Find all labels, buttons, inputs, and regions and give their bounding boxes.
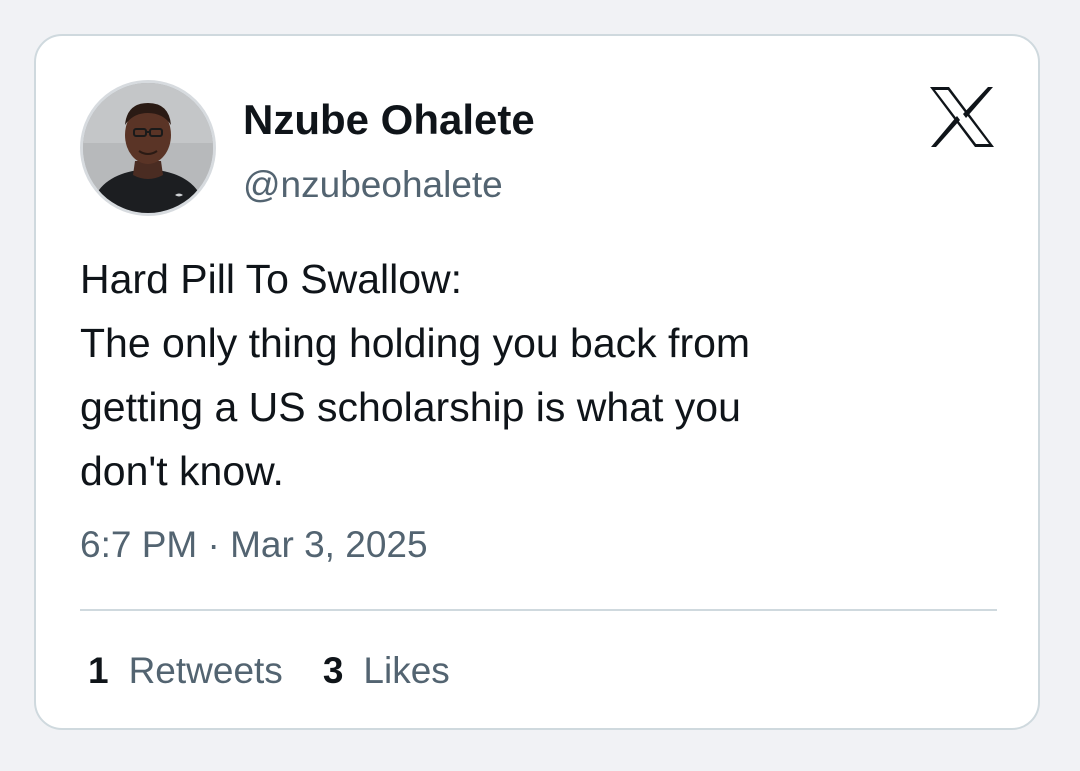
- author-handle[interactable]: @nzubeohalete: [243, 164, 503, 206]
- retweets-stat[interactable]: 1 Retweets: [88, 650, 283, 691]
- divider: [80, 609, 997, 611]
- avatar[interactable]: [80, 80, 216, 216]
- tweet-line: Hard Pill To Swallow:: [80, 256, 463, 302]
- engagement-stats: 1 Retweets 3 Likes: [88, 650, 450, 692]
- tweet-text: Hard Pill To Swallow: The only thing hol…: [80, 247, 980, 503]
- retweets-label: Retweets: [128, 650, 283, 691]
- likes-count: 3: [322, 650, 344, 691]
- tweet-line: don't know.: [80, 448, 284, 494]
- retweets-count: 1: [88, 650, 109, 691]
- author-name[interactable]: Nzube Ohalete: [243, 96, 535, 144]
- tweet-date: Mar 3, 2025: [230, 524, 428, 565]
- avatar-photo: [83, 83, 213, 213]
- likes-stat[interactable]: 3 Likes: [323, 650, 450, 691]
- x-logo-icon[interactable]: [928, 86, 996, 148]
- tweet-card: Nzube Ohalete @nzubeohalete Hard Pill To…: [34, 34, 1040, 730]
- tweet-time: 6:7 PM: [80, 524, 198, 565]
- tweet-timestamp[interactable]: 6:7 PM · Mar 3, 2025: [80, 524, 428, 566]
- tweet-line: getting a US scholarship is what you: [80, 384, 741, 430]
- likes-label: Likes: [363, 650, 450, 691]
- timestamp-separator: ·: [207, 524, 220, 565]
- tweet-line: The only thing holding you back from: [80, 320, 751, 366]
